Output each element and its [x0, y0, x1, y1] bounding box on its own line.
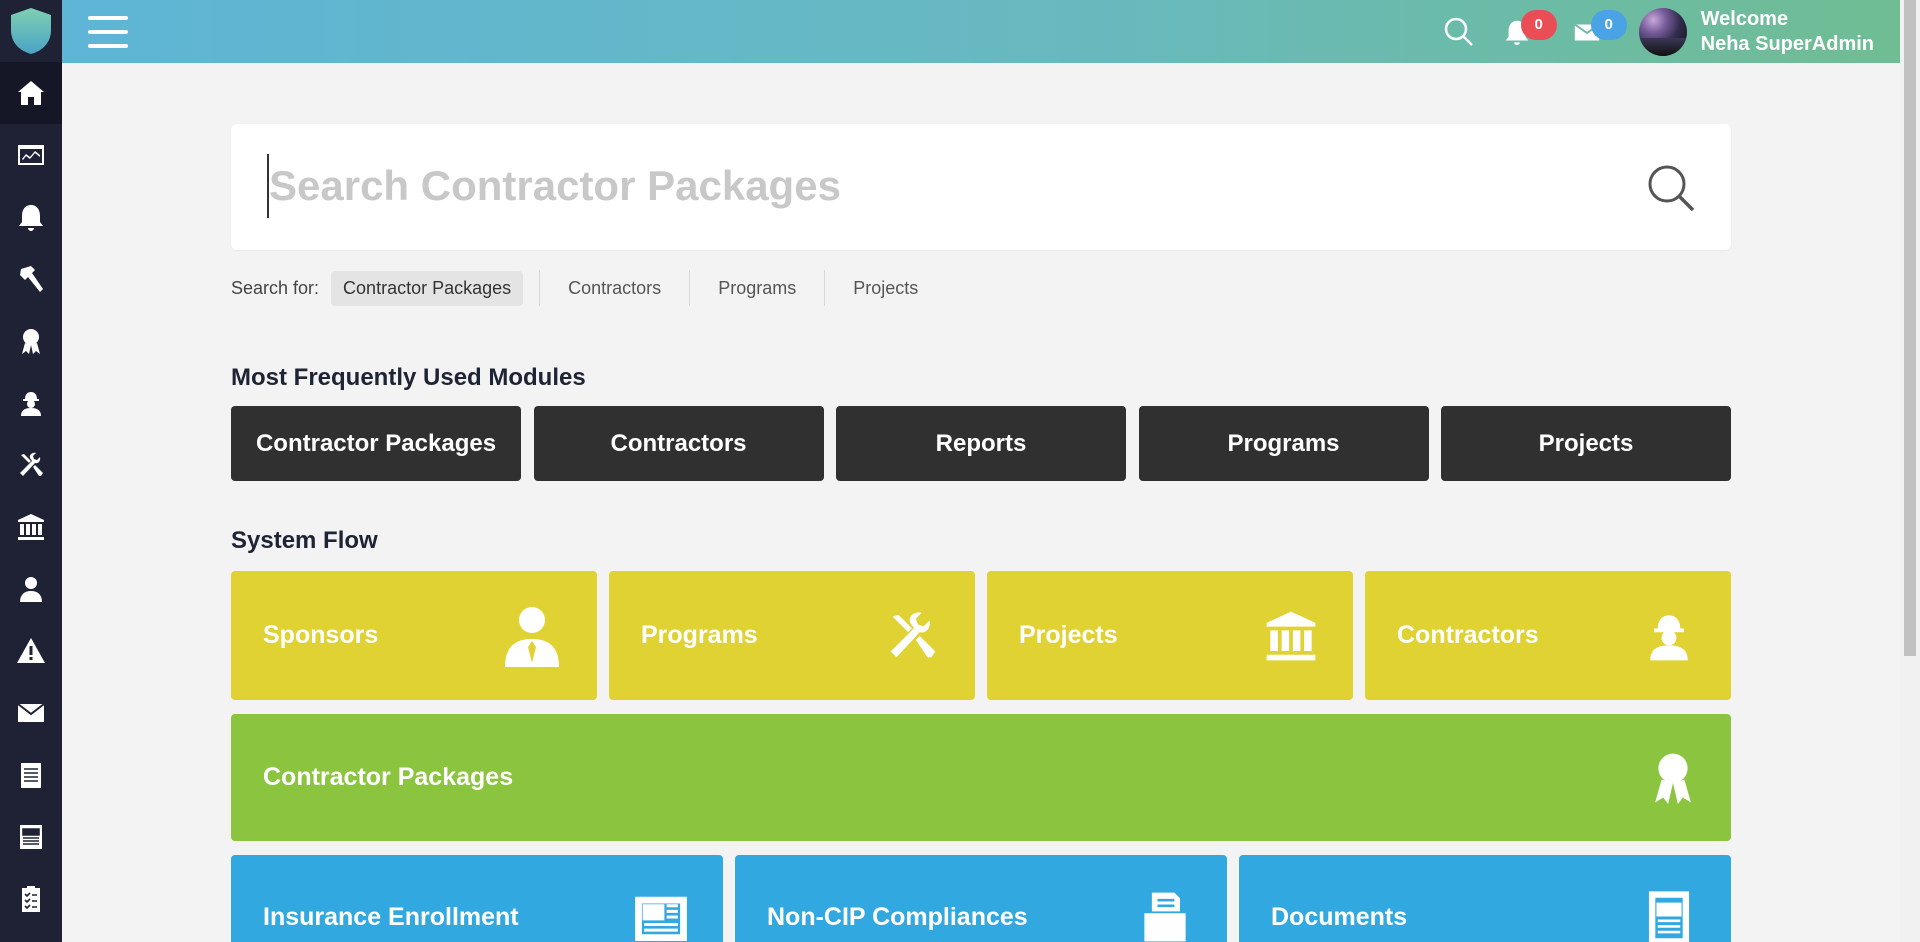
fax-icon [1144, 892, 1186, 942]
sidebar-item-home[interactable] [0, 62, 62, 124]
tools-icon [890, 611, 936, 657]
sidebar-item-build[interactable] [0, 248, 62, 310]
search-box [231, 124, 1731, 250]
frequent-modules: Contractor Packages Contractors Reports … [231, 406, 1731, 481]
module-button-reports[interactable]: Reports [836, 406, 1126, 481]
system-flow-row: Insurance Enrollment Non-CIP Compliances… [231, 855, 1731, 942]
notifications-button[interactable]: 0 [1497, 9, 1557, 52]
search-for-label: Search for: [231, 277, 320, 298]
search-scope-projects[interactable]: Projects [841, 271, 930, 306]
module-button-programs[interactable]: Programs [1138, 406, 1429, 481]
search-scope-contractor-packages[interactable]: Contractor Packages [331, 270, 524, 306]
envelope-icon [17, 703, 45, 722]
menu-toggle-button[interactable] [88, 15, 128, 48]
module-button-projects[interactable]: Projects [1441, 406, 1731, 481]
hamburger-line [88, 15, 128, 20]
award-ribbon-icon [22, 329, 40, 354]
user-name: Neha SuperAdmin [1700, 32, 1874, 55]
vertical-scrollbar[interactable] [1900, 0, 1920, 942]
divider [824, 270, 826, 306]
app-logo[interactable] [0, 0, 62, 62]
home-icon [18, 81, 44, 105]
person-tie-icon [505, 606, 559, 667]
newspaper-icon [635, 896, 687, 941]
top-header: 0 0 Welcome Neha SuperAdmin [62, 0, 1900, 63]
warning-icon [17, 638, 45, 663]
hamburger-line [88, 43, 128, 48]
flow-tile-programs[interactable]: Programs [609, 571, 975, 700]
worker-icon [1650, 614, 1688, 660]
divider [539, 270, 541, 306]
worker-icon [21, 392, 41, 416]
flow-tile-contractor-packages[interactable]: Contractor Packages [231, 714, 1731, 841]
flow-tile-contractors[interactable]: Contractors [1365, 571, 1731, 700]
flow-tile-label: Contractors [1397, 621, 1539, 649]
document-icon [1648, 891, 1690, 942]
sidebar-item-news[interactable] [0, 806, 62, 868]
notifications-count-badge: 0 [1520, 9, 1557, 40]
award-ribbon-icon [1655, 753, 1691, 804]
header-actions: 0 0 Welcome Neha SuperAdmin [1439, 0, 1900, 63]
search-input[interactable] [267, 154, 1567, 218]
flow-tile-label: Documents [1271, 903, 1408, 931]
tools-icon [20, 452, 43, 476]
sidebar-item-checklist[interactable] [0, 868, 62, 930]
search-icon [1444, 17, 1473, 46]
main-content: Search for: Contractor Packages Contract… [231, 124, 1731, 942]
welcome-user[interactable]: Welcome Neha SuperAdmin [1701, 7, 1874, 57]
flow-tile-documents[interactable]: Documents [1239, 855, 1731, 942]
search-icon[interactable] [1645, 162, 1697, 214]
flow-tile-label: Insurance Enrollment [263, 903, 519, 931]
welcome-label: Welcome [1700, 7, 1789, 30]
messages-count-badge: 0 [1590, 9, 1627, 40]
bank-icon [1266, 611, 1316, 660]
sidebar-item-alerts[interactable] [0, 620, 62, 682]
flow-tile-sponsors[interactable]: Sponsors [231, 571, 597, 700]
flow-tile-label: Contractor Packages [263, 763, 514, 791]
shield-logo-icon [11, 8, 51, 54]
module-button-contractor-packages[interactable]: Contractor Packages [231, 406, 521, 481]
hamburger-line [88, 29, 128, 34]
flow-tile-projects[interactable]: Projects [987, 571, 1353, 700]
avatar[interactable] [1638, 7, 1687, 56]
flow-tile-label: Sponsors [263, 621, 379, 649]
divider [689, 270, 691, 306]
sidebar-item-notes[interactable] [0, 744, 62, 806]
newspaper-icon [20, 825, 42, 849]
sidebar-item-dashboard[interactable] [0, 124, 62, 186]
hammer-icon [20, 266, 43, 292]
notepad-icon [21, 763, 41, 788]
header-search-button[interactable] [1439, 12, 1479, 52]
sidebar-item-projects[interactable] [0, 496, 62, 558]
flow-tile-insurance-enrollment[interactable]: Insurance Enrollment [231, 855, 723, 942]
bank-icon [18, 514, 44, 540]
flow-tile-label: Non-CIP Compliances [767, 903, 1028, 931]
sidebar-item-contractors[interactable] [0, 372, 62, 434]
messages-button[interactable]: 0 [1567, 9, 1627, 52]
sidebar-item-sponsors[interactable] [0, 558, 62, 620]
search-scope-selector: Search for: Contractor Packages Contract… [231, 270, 1731, 306]
search-scope-contractors[interactable]: Contractors [556, 271, 673, 306]
search-scope-programs[interactable]: Programs [706, 271, 808, 306]
sidebar-item-messages[interactable] [0, 682, 62, 744]
clipboard-checklist-icon [22, 886, 40, 912]
modules-section-title: Most Frequently Used Modules [231, 364, 586, 391]
sidebar [0, 0, 62, 942]
flow-tile-label: Projects [1019, 621, 1118, 649]
system-flow-row: Sponsors Programs Projects Contractors [231, 571, 1731, 700]
scrollbar-thumb[interactable] [1904, 0, 1916, 656]
user-tie-icon [20, 577, 42, 602]
dashboard-chart-icon [18, 145, 44, 165]
sidebar-item-programs[interactable] [0, 434, 62, 496]
sidebar-item-notifications[interactable] [0, 186, 62, 248]
sidebar-item-packages[interactable] [0, 310, 62, 372]
flow-tile-non-cip-compliances[interactable]: Non-CIP Compliances [735, 855, 1227, 942]
flow-tile-label: Programs [641, 621, 758, 649]
system-flow-title: System Flow [231, 527, 378, 554]
module-button-contractors[interactable]: Contractors [533, 406, 824, 481]
bell-icon [19, 205, 43, 231]
